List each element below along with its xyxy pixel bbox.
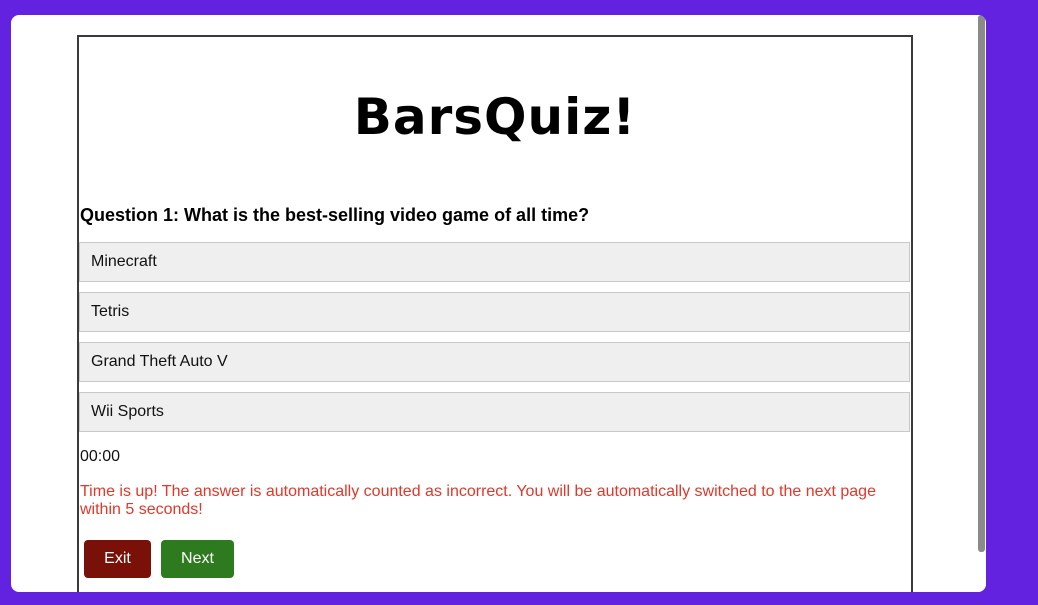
- answer-option-4[interactable]: Wii Sports: [79, 392, 910, 432]
- next-button[interactable]: Next: [161, 540, 234, 578]
- scrollbar-thumb[interactable]: [978, 15, 985, 552]
- countdown-timer: 00:00: [80, 448, 121, 465]
- timeout-message: Time is up! The answer is automatically …: [80, 483, 876, 518]
- browser-viewport: BarsQuiz! Question 1: What is the best-s…: [11, 15, 986, 592]
- answer-option-1[interactable]: Minecraft: [79, 242, 910, 282]
- quiz-container: BarsQuiz! Question 1: What is the best-s…: [77, 35, 913, 592]
- app-logo: BarsQuiz!: [353, 88, 637, 146]
- action-buttons: Exit Next: [84, 540, 234, 578]
- answer-option-3[interactable]: Grand Theft Auto V: [79, 342, 910, 382]
- exit-button[interactable]: Exit: [84, 540, 151, 578]
- answer-option-2[interactable]: Tetris: [79, 292, 910, 332]
- question-text: Question 1: What is the best-selling vid…: [80, 205, 590, 225]
- answer-list: Minecraft Tetris Grand Theft Auto V Wii …: [79, 242, 910, 442]
- vertical-scrollbar[interactable]: [977, 15, 986, 592]
